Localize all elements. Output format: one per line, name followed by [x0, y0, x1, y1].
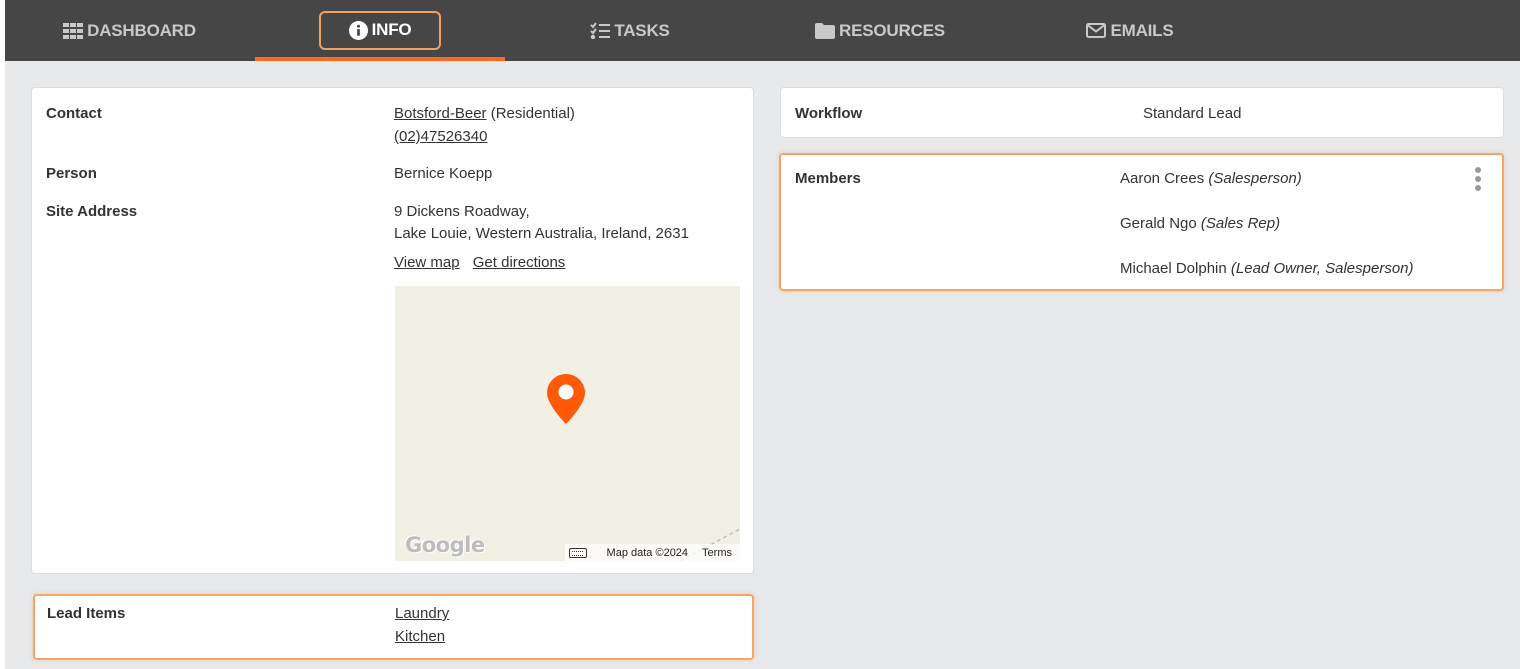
- google-logo: Google: [405, 533, 485, 557]
- contact-phone-wrap: (02)47526340: [394, 128, 487, 145]
- contact-value: Botsford-Beer (Residential): [394, 105, 575, 122]
- location-map[interactable]: Google Map data ©2024 Terms: [395, 286, 740, 561]
- member-role: (Lead Owner, Salesperson): [1230, 260, 1414, 277]
- contact-card: Contact Botsford-Beer (Residential) (02)…: [31, 87, 754, 574]
- member-role: (Salesperson): [1208, 170, 1302, 187]
- tab-info-focus: INFO: [318, 10, 442, 50]
- contact-phone-link[interactable]: (02)47526340: [394, 128, 487, 145]
- map-terms-link[interactable]: Terms: [702, 547, 732, 559]
- member-name: Aaron Crees: [1120, 170, 1205, 187]
- lead-item: Kitchen: [395, 628, 445, 645]
- map-data-text: Map data ©2024: [606, 546, 689, 559]
- contact-label: Contact: [46, 105, 102, 122]
- lead-items-label: Lead Items: [47, 605, 126, 622]
- address-links: View map Get directions: [394, 254, 565, 271]
- lead-item: Laundry: [395, 605, 449, 622]
- envelope-icon: [1086, 23, 1107, 38]
- member-item: Gerald Ngo (Sales Rep): [1120, 215, 1280, 232]
- member-item: Michael Dolphin (Lead Owner, Salesperson…: [1120, 260, 1414, 277]
- person-value: Bernice Koepp: [394, 165, 493, 182]
- keyboard-icon[interactable]: [568, 547, 587, 558]
- tab-label: INFO: [371, 20, 412, 39]
- main-content: Contact Botsford-Beer (Residential) (02)…: [5, 61, 1520, 669]
- workflow-value: Standard Lead: [1143, 105, 1242, 122]
- tab-label: EMAILS: [1110, 20, 1174, 40]
- person-label: Person: [46, 165, 97, 182]
- tab-label: DASHBOARD: [87, 20, 196, 40]
- tab-label: RESOURCES: [839, 20, 945, 40]
- tab-tasks[interactable]: TASKS: [580, 0, 680, 61]
- tab-resources[interactable]: RESOURCES: [805, 0, 955, 61]
- workflow-label: Workflow: [795, 105, 863, 122]
- member-name: Gerald Ngo: [1120, 215, 1197, 232]
- lead-items-card: Lead Items Laundry Kitchen: [33, 594, 754, 660]
- lead-item-link-laundry[interactable]: Laundry: [395, 605, 449, 622]
- member-name: Michael Dolphin: [1120, 260, 1227, 277]
- tab-info[interactable]: INFO: [255, 0, 505, 61]
- checklist-icon: [590, 22, 611, 39]
- address-line-1: 9 Dickens Roadway,: [394, 203, 530, 220]
- lead-item-link-kitchen[interactable]: Kitchen: [395, 628, 445, 645]
- address-line-2: Lake Louie, Western Australia, Ireland, …: [394, 225, 689, 242]
- location-pin-icon[interactable]: [546, 373, 586, 430]
- get-directions-link[interactable]: Get directions: [473, 254, 566, 271]
- top-nav: DASHBOARD INFO TASKS RESOURCES EMAILS: [5, 0, 1520, 61]
- tab-label: TASKS: [614, 20, 670, 40]
- member-item: Aaron Crees (Salesperson): [1120, 170, 1302, 187]
- site-address-label: Site Address: [46, 203, 138, 220]
- view-map-link[interactable]: View map: [394, 254, 460, 271]
- contact-name-link[interactable]: Botsford-Beer: [394, 105, 487, 122]
- member-role: (Sales Rep): [1200, 215, 1281, 232]
- folder-icon: [815, 22, 836, 39]
- tab-dashboard[interactable]: DASHBOARD: [62, 0, 197, 61]
- more-options-icon[interactable]: [1475, 167, 1481, 191]
- contact-type: (Residential): [490, 105, 575, 122]
- map-attribution: Map data ©2024 Terms: [564, 544, 740, 561]
- members-label: Members: [795, 170, 861, 187]
- grid-icon: [63, 22, 84, 39]
- info-circle-icon: [348, 20, 368, 40]
- tab-emails[interactable]: EMAILS: [1075, 0, 1185, 61]
- workflow-card: Workflow Standard Lead: [780, 87, 1504, 138]
- members-card: Members Aaron Crees (Salesperson) Gerald…: [779, 153, 1504, 291]
